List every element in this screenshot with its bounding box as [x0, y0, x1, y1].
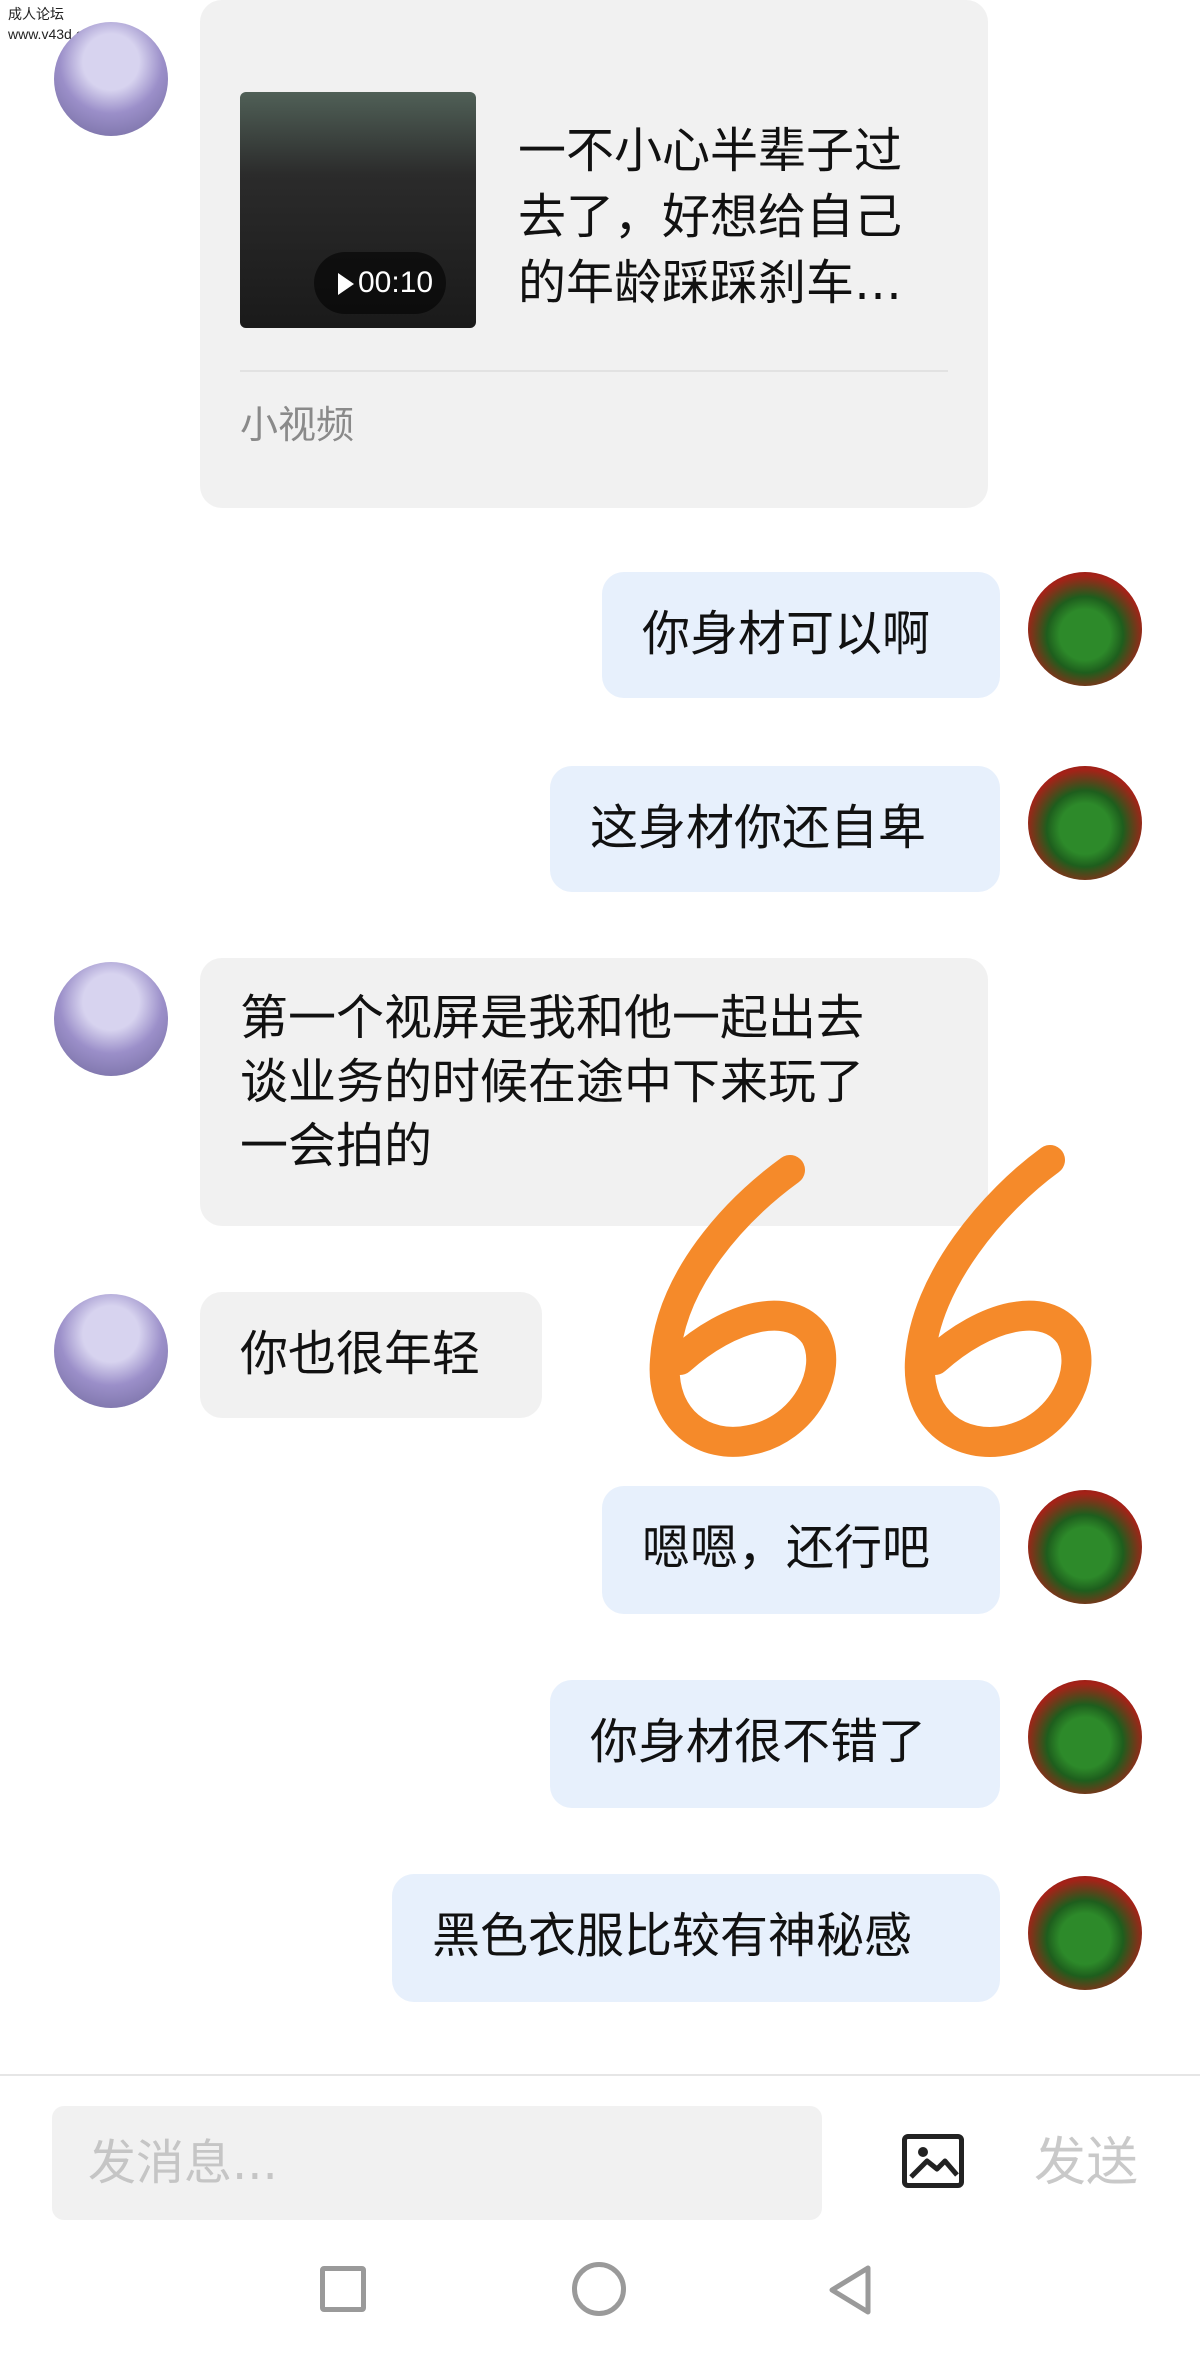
video-thumbnail[interactable]: 00:10	[240, 92, 476, 328]
recent-apps-icon[interactable]	[320, 2266, 366, 2312]
self-avatar[interactable]	[1028, 572, 1142, 686]
message-bubble[interactable]: 你身材可以啊	[602, 572, 1000, 698]
message-text: 黑色衣服比较有神秘感	[432, 1908, 913, 1964]
self-avatar[interactable]	[1028, 766, 1142, 880]
watermark-line1: 成人论坛	[8, 6, 64, 22]
image-glyph	[909, 2147, 959, 2179]
divider	[240, 370, 948, 372]
message-bubble[interactable]: 你身材很不错了	[550, 1680, 1000, 1808]
contact-avatar[interactable]	[54, 22, 168, 136]
message-text: 你身材可以啊	[642, 606, 931, 662]
self-avatar[interactable]	[1028, 1680, 1142, 1794]
message-input[interactable]	[52, 2106, 822, 2220]
message-bubble[interactable]: 嗯嗯，还行吧	[602, 1486, 1000, 1614]
play-icon	[338, 273, 354, 295]
contact-avatar[interactable]	[54, 962, 168, 1076]
handwritten-66-overlay	[649, 1145, 1092, 1457]
image-icon[interactable]	[902, 2134, 964, 2188]
video-duration: 00:10	[358, 266, 434, 299]
message-bubble[interactable]: 这身材你还自卑	[550, 766, 1000, 892]
video-card-label: 小视频	[240, 403, 355, 447]
back-icon[interactable]	[826, 2264, 874, 2316]
message-text: 嗯嗯，还行吧	[642, 1520, 931, 1576]
message-text: 这身材你还自卑	[590, 800, 927, 856]
send-button[interactable]: 发送	[1034, 2120, 1138, 2195]
message-bubble[interactable]: 你也很年轻	[200, 1292, 542, 1418]
message-text: 你身材很不错了	[590, 1714, 927, 1770]
video-duration-badge: 00:10	[314, 252, 446, 314]
video-card[interactable]: 00:10 一不小心半辈子过 去了，好想给自己 的年龄踩踩刹车… 小视频	[200, 0, 988, 508]
self-avatar[interactable]	[1028, 1490, 1142, 1604]
home-icon[interactable]	[572, 2262, 626, 2316]
video-title: 一不小心半辈子过 去了，好想给自己 的年龄踩踩刹车…	[518, 123, 903, 311]
self-avatar[interactable]	[1028, 1876, 1142, 1990]
message-text: 你也很年轻	[240, 1326, 481, 1382]
message-bubble[interactable]: 黑色衣服比较有神秘感	[392, 1874, 1000, 2002]
contact-avatar[interactable]	[54, 1294, 168, 1408]
system-navigation-bar	[0, 2226, 1200, 2361]
composer-bar: 发送	[0, 2074, 1200, 2226]
